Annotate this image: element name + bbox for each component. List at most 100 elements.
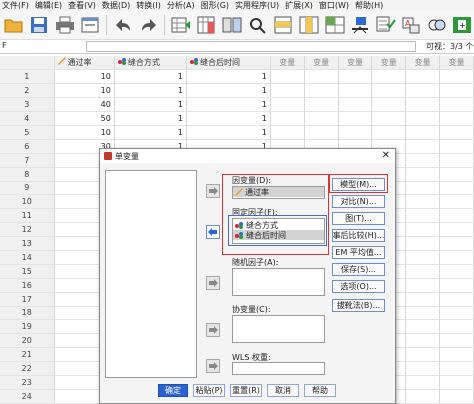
row-number[interactable]: 9 [0,181,55,196]
open-folder-icon[interactable] [2,13,26,37]
data-cell[interactable] [439,278,474,293]
data-cell[interactable] [405,181,441,196]
data-cell[interactable] [405,278,441,293]
column-header[interactable]: 通过率 [54,56,115,71]
row-number[interactable]: 6 [0,139,55,154]
data-cell[interactable]: 10 [54,69,115,85]
column-header[interactable]: 变量 [405,56,441,71]
data-cell[interactable]: 1 [186,111,271,126]
data-cell[interactable] [405,83,441,99]
data-cell[interactable] [405,167,441,182]
row-number[interactable]: 10 [0,194,55,210]
value-labels-icon[interactable]: A [399,13,423,37]
menu-item[interactable]: 帮助(H) [353,0,387,11]
column-header[interactable]: 缝合方式 [114,56,187,71]
data-cell[interactable]: 50 [54,111,115,126]
data-cell[interactable] [439,319,474,335]
source-variable-list[interactable] [105,170,197,378]
data-cell[interactable] [405,389,441,404]
reset-button[interactable]: 重置(R) [230,384,262,397]
data-cell[interactable] [439,167,474,182]
weight-cases-icon[interactable] [348,13,372,37]
row-number[interactable]: 14 [0,250,55,265]
show-all-variables-icon[interactable]: + [451,13,474,37]
data-cell[interactable] [371,111,407,126]
data-cell[interactable] [338,83,373,99]
data-cell[interactable] [439,389,474,404]
menu-item[interactable]: 查看(V) [66,0,100,11]
menu-item[interactable]: 数据(D) [100,0,134,11]
go-to-case-icon[interactable] [169,13,193,37]
move-fixed-factor-button[interactable] [206,225,220,239]
data-cell[interactable] [439,361,474,376]
data-cell[interactable] [439,83,474,99]
row-number[interactable]: 7 [0,153,55,168]
data-cell[interactable] [405,125,441,140]
row-number[interactable]: 3 [0,97,55,113]
bootstrap-button[interactable]: 拔靴法(B)... [332,299,385,312]
save-icon[interactable] [28,13,52,37]
data-cell[interactable] [405,97,441,113]
move-wls-button[interactable] [206,359,220,373]
row-number[interactable]: 19 [0,319,55,335]
plots-button[interactable]: 图(T)... [332,212,385,225]
data-cell[interactable]: 1 [114,125,187,140]
ok-button[interactable]: 确定 [158,384,188,397]
data-cell[interactable] [270,97,305,113]
menu-item[interactable]: 转换(I) [134,0,165,11]
row-number[interactable]: 4 [0,111,55,126]
row-number[interactable]: 15 [0,264,55,279]
data-cell[interactable] [405,111,441,126]
go-to-variable-icon[interactable] [195,13,219,37]
data-cell[interactable] [439,139,474,154]
data-cell[interactable]: 10 [54,83,115,99]
data-cell[interactable]: 40 [54,97,115,113]
move-covariate-button[interactable] [206,323,220,337]
data-cell[interactable] [304,69,339,85]
data-cell[interactable] [439,375,474,390]
data-cell[interactable] [371,83,407,99]
post-hoc-button[interactable]: 事后比较(H)... [332,229,385,242]
row-number[interactable]: 12 [0,222,55,238]
data-cell[interactable] [405,333,441,349]
data-cell[interactable] [304,97,339,113]
covariate-list[interactable] [232,315,325,343]
data-cell[interactable] [405,306,441,321]
move-dependent-button[interactable] [206,184,220,198]
data-cell[interactable]: 1 [186,83,271,99]
data-cell[interactable] [371,69,407,85]
data-cell[interactable] [439,97,474,113]
data-cell[interactable] [405,153,441,168]
column-header[interactable]: 变量 [338,56,373,71]
data-cell[interactable] [439,333,474,349]
data-cell[interactable] [439,236,474,251]
select-cases-icon[interactable] [374,13,398,37]
column-header[interactable]: 变量 [304,56,339,71]
data-cell[interactable] [270,125,305,140]
move-random-factor-button[interactable] [206,276,220,290]
data-cell[interactable] [439,69,474,85]
data-cell[interactable] [405,139,441,154]
data-cell[interactable] [338,69,373,85]
menu-item[interactable]: 窗口(W) [317,0,353,11]
data-cell[interactable] [439,181,474,196]
menu-item[interactable]: 分析(A) [165,0,199,11]
use-sets-icon[interactable] [425,13,449,37]
data-cell[interactable] [439,264,474,279]
data-cell[interactable] [405,250,441,265]
data-cell[interactable]: 1 [114,111,187,126]
row-number[interactable]: 21 [0,347,55,363]
random-factor-list[interactable] [232,268,325,296]
menu-item[interactable]: 图形(G) [199,0,233,11]
close-icon[interactable]: ✕ [382,150,390,161]
data-cell[interactable] [405,361,441,376]
insert-cases-icon[interactable] [272,13,296,37]
data-cell[interactable] [338,97,373,113]
data-cell[interactable] [405,375,441,390]
row-number[interactable]: 11 [0,208,55,224]
row-number[interactable]: 22 [0,361,55,376]
data-cell[interactable] [439,306,474,321]
row-number[interactable]: 17 [0,292,55,307]
data-cell[interactable] [439,125,474,140]
data-cell[interactable] [439,222,474,238]
